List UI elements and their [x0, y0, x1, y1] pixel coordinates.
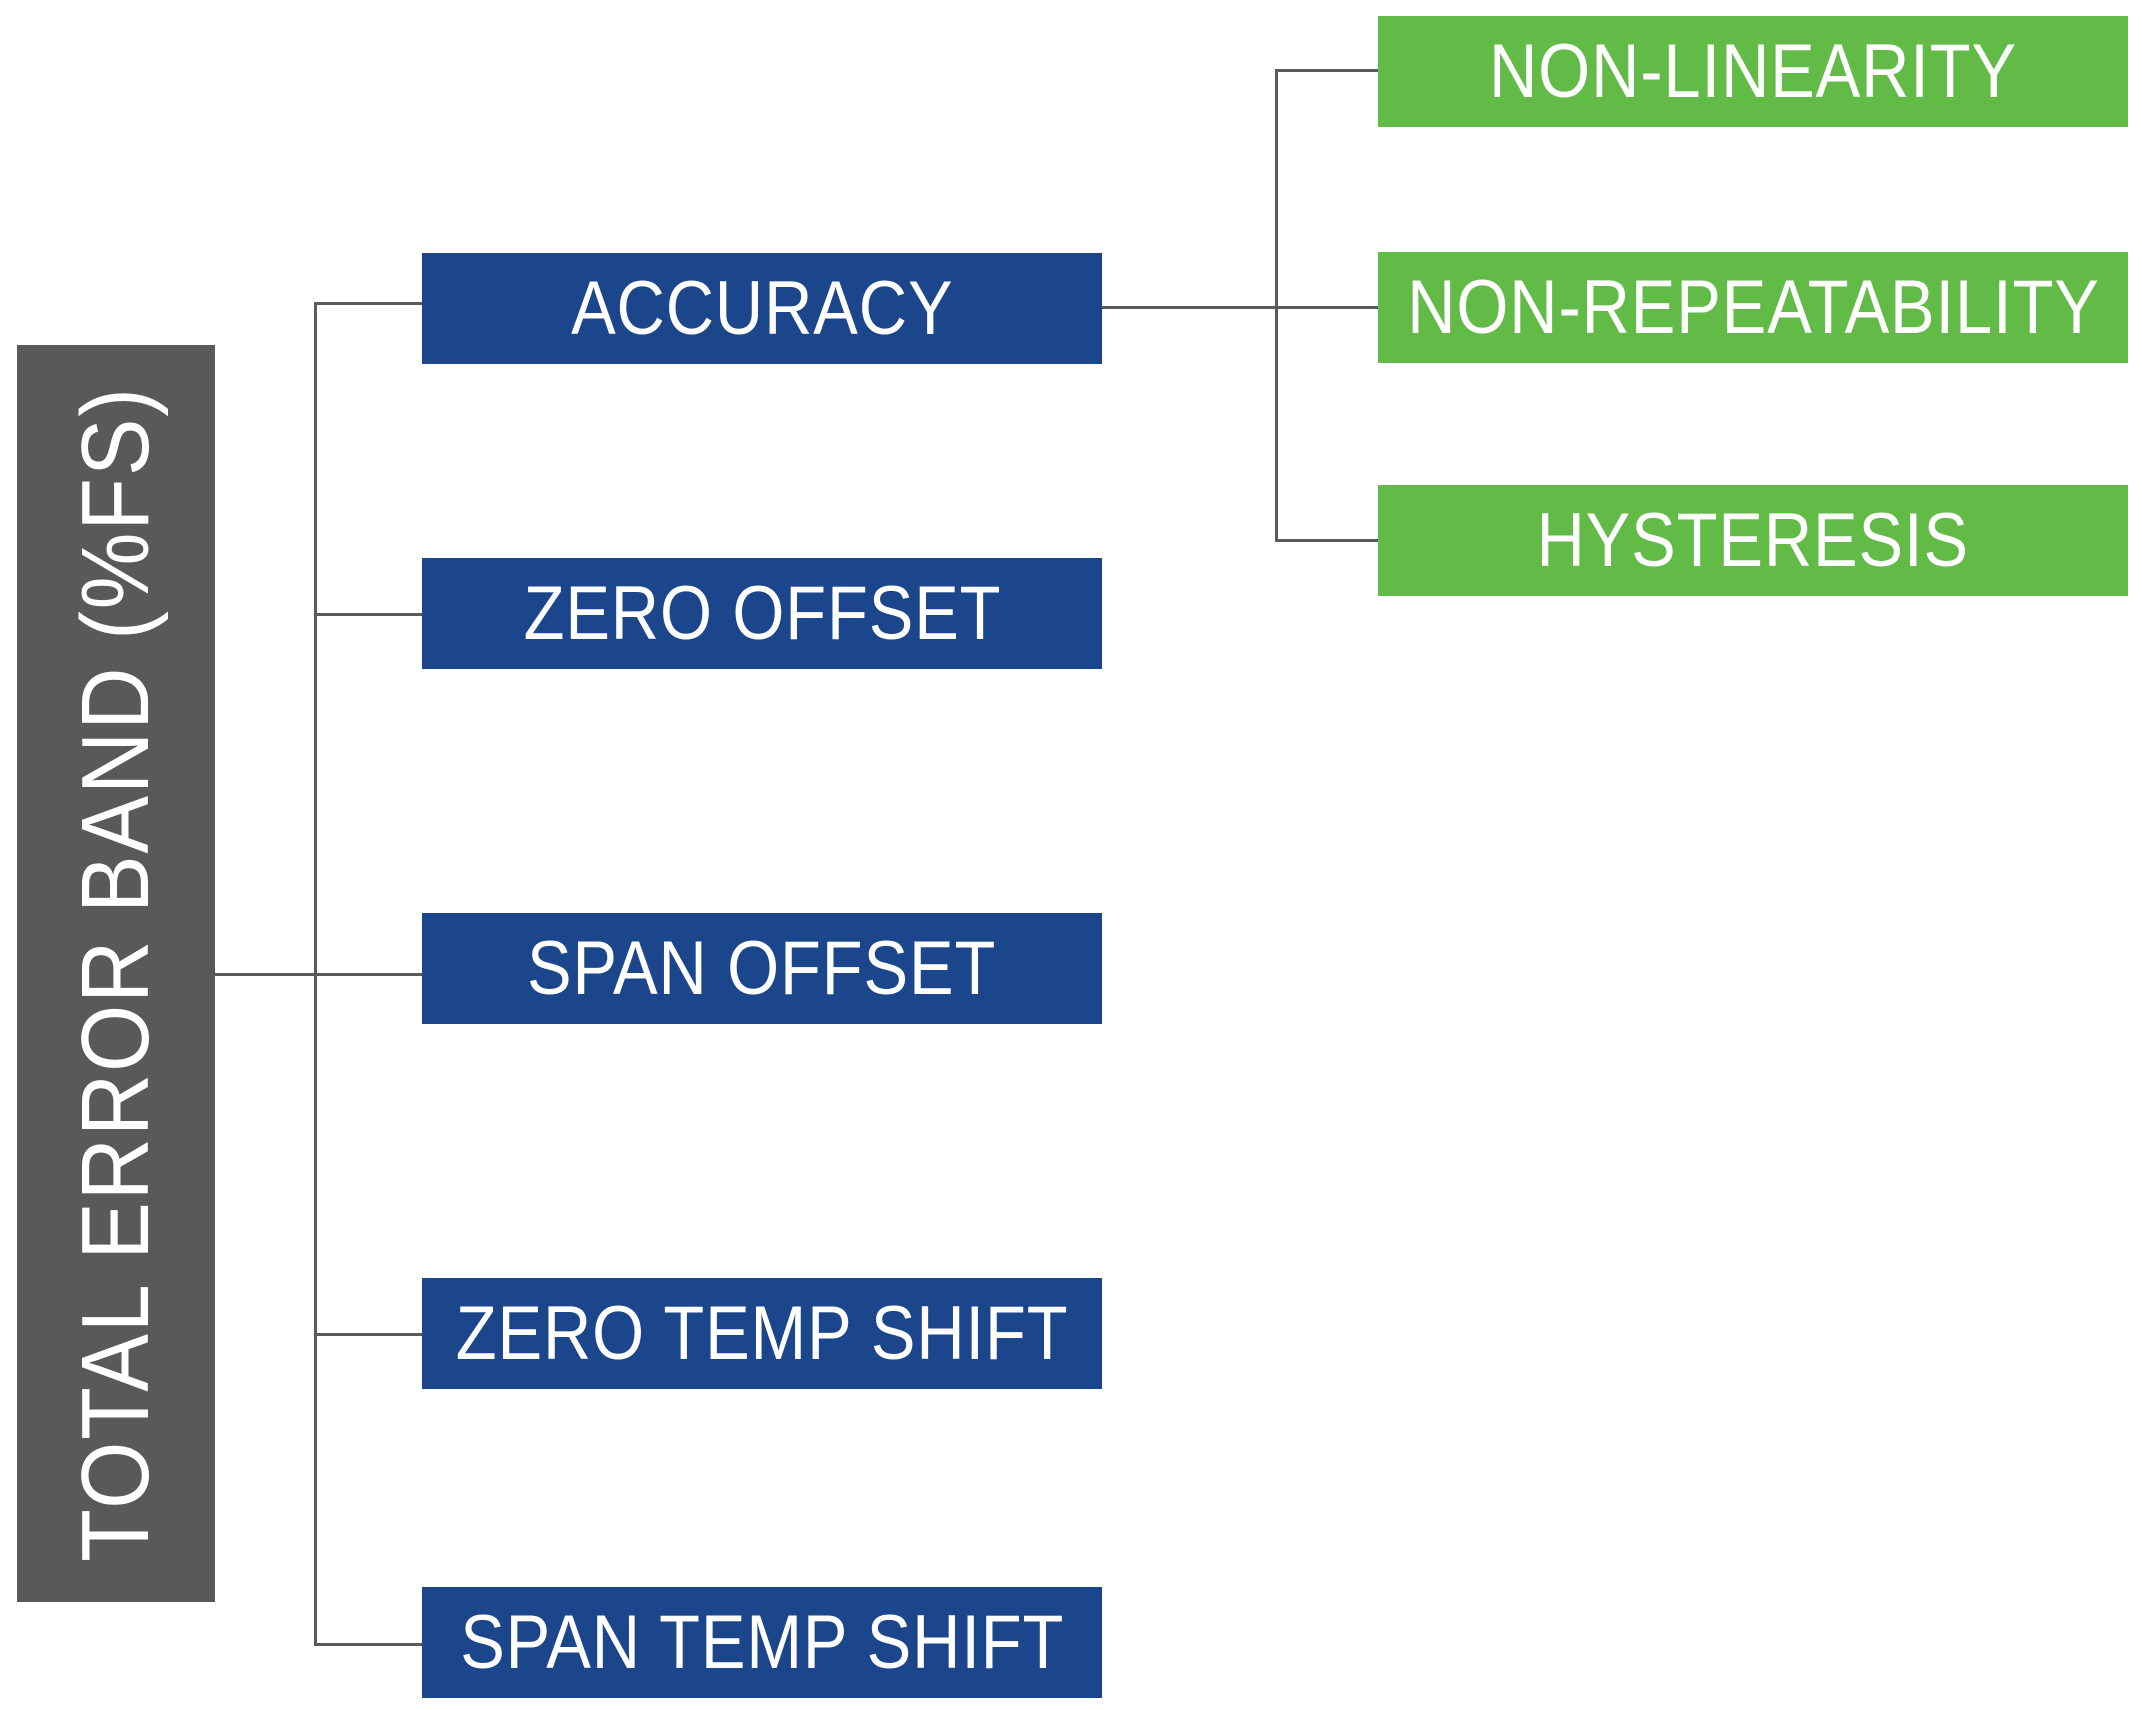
node-span-temp-shift: SPAN TEMP SHIFT: [422, 1587, 1102, 1698]
connector-trunk-to-span-temp-shift: [314, 1643, 422, 1646]
node-non-repeatability: NON-REPEATABILITY: [1378, 252, 2128, 363]
connector-trunk-to-accuracy: [314, 302, 422, 305]
connector-accuracy-to-branch: [1102, 306, 1378, 309]
connector-trunk-to-span-offset: [314, 973, 422, 976]
connector-branch-to-hysteresis: [1275, 539, 1378, 542]
root-node-total-error-band: TOTAL ERROR BAND (%FS): [17, 345, 215, 1602]
node-zero-offset: ZERO OFFSET: [422, 558, 1102, 669]
node-non-repeatability-label: NON-REPEATABILITY: [1406, 264, 2100, 350]
node-zero-temp-shift-label: ZERO TEMP SHIFT: [455, 1290, 1069, 1376]
connector-branch-to-non-linearity: [1275, 69, 1378, 72]
node-accuracy: ACCURACY: [422, 253, 1102, 364]
node-non-linearity: NON-LINEARITY: [1378, 16, 2128, 127]
node-hysteresis-label: HYSTERESIS: [1536, 497, 1970, 583]
node-zero-offset-label: ZERO OFFSET: [523, 570, 1001, 656]
node-non-linearity-label: NON-LINEARITY: [1489, 28, 2017, 114]
connector-trunk-to-zero-temp-shift: [314, 1333, 422, 1336]
node-zero-temp-shift: ZERO TEMP SHIFT: [422, 1278, 1102, 1389]
root-node-label: TOTAL ERROR BAND (%FS): [62, 385, 169, 1562]
connector-accuracy-branch: [1275, 69, 1278, 542]
node-span-offset-label: SPAN OFFSET: [527, 925, 997, 1011]
node-span-temp-shift-label: SPAN TEMP SHIFT: [459, 1599, 1065, 1685]
node-hysteresis: HYSTERESIS: [1378, 485, 2128, 596]
node-span-offset: SPAN OFFSET: [422, 913, 1102, 1024]
node-accuracy-label: ACCURACY: [570, 265, 954, 351]
connector-trunk-to-zero-offset: [314, 613, 422, 616]
connector-root-to-trunk: [215, 973, 316, 976]
